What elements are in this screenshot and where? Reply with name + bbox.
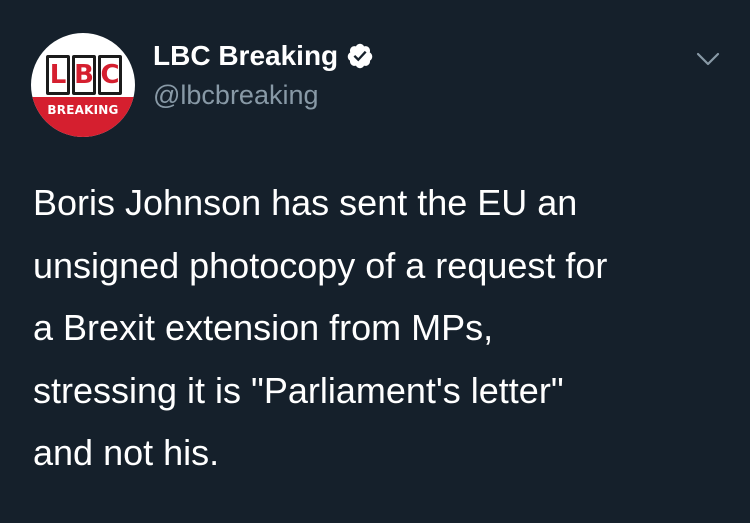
logo-letter-b: B bbox=[72, 55, 96, 95]
chevron-down-icon[interactable] bbox=[692, 47, 724, 71]
avatar[interactable]: L B C BREAKING bbox=[31, 33, 135, 137]
logo-letter-c: C bbox=[98, 55, 122, 95]
author-name-row: LBC Breaking bbox=[153, 38, 374, 74]
logo-letter-l: L bbox=[46, 55, 70, 95]
tweet-text-line: stressing it is "Parliament's letter" bbox=[33, 369, 564, 411]
breaking-banner: BREAKING bbox=[31, 97, 135, 137]
author-handle[interactable]: @lbcbreaking bbox=[153, 78, 319, 112]
tweet-card: L B C BREAKING LBC Breaking @lbcbreaking… bbox=[0, 0, 750, 523]
tweet-text: Boris Johnson has sent the EU an unsigne… bbox=[33, 172, 733, 485]
tweet-text-line: Boris Johnson has sent the EU an bbox=[33, 182, 578, 223]
tweet-text-line: a Brexit extension from MPs, bbox=[33, 307, 494, 348]
verified-badge-icon bbox=[347, 43, 373, 69]
breaking-banner-text: BREAKING bbox=[47, 103, 119, 117]
author-display-name[interactable]: LBC Breaking bbox=[153, 38, 338, 74]
tweet-text-line: unsigned photocopy of a request for bbox=[33, 244, 608, 286]
lbc-logo: L B C bbox=[46, 55, 122, 95]
tweet-text-line: and not his. bbox=[33, 432, 220, 473]
